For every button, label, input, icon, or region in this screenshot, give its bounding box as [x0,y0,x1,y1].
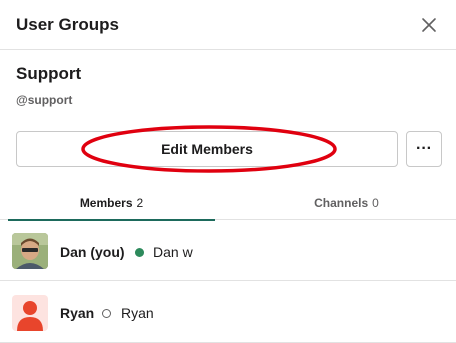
member-row[interactable]: Dan (you) Dan w [0,221,456,281]
member-row[interactable]: Ryan Ryan [0,283,456,343]
tab-channels-count: 0 [372,195,379,210]
member-display-name: Ryan [121,305,154,321]
avatar [12,233,48,269]
panel-title: User Groups [16,15,119,34]
close-icon [422,18,436,32]
more-actions-button[interactable]: ··· [406,131,442,167]
close-button[interactable] [416,12,442,38]
user-groups-panel: User Groups Support @support Edit Member… [0,0,456,343]
member-name: Ryan [60,305,95,321]
tab-channels[interactable]: Channels 0 [243,185,450,220]
member-display-name: Dan w [153,244,193,260]
status-away-icon [102,309,111,318]
user-photo-icon [12,233,48,269]
group-handle: @support [16,93,73,107]
tab-members[interactable]: Members 2 [8,185,215,221]
member-name: Dan (you) [60,244,125,260]
tab-channels-label: Channels [314,195,369,210]
tab-members-label: Members [79,195,133,210]
status-active-icon [135,248,144,257]
tab-members-count: 2 [136,195,144,210]
avatar [12,295,48,331]
group-name: Support [16,64,82,83]
default-avatar-icon [17,301,43,331]
tab-bar: Members 2 Channels 0 [0,185,456,221]
panel-header: User Groups [0,0,456,50]
edit-members-button[interactable]: Edit Members [16,131,398,167]
